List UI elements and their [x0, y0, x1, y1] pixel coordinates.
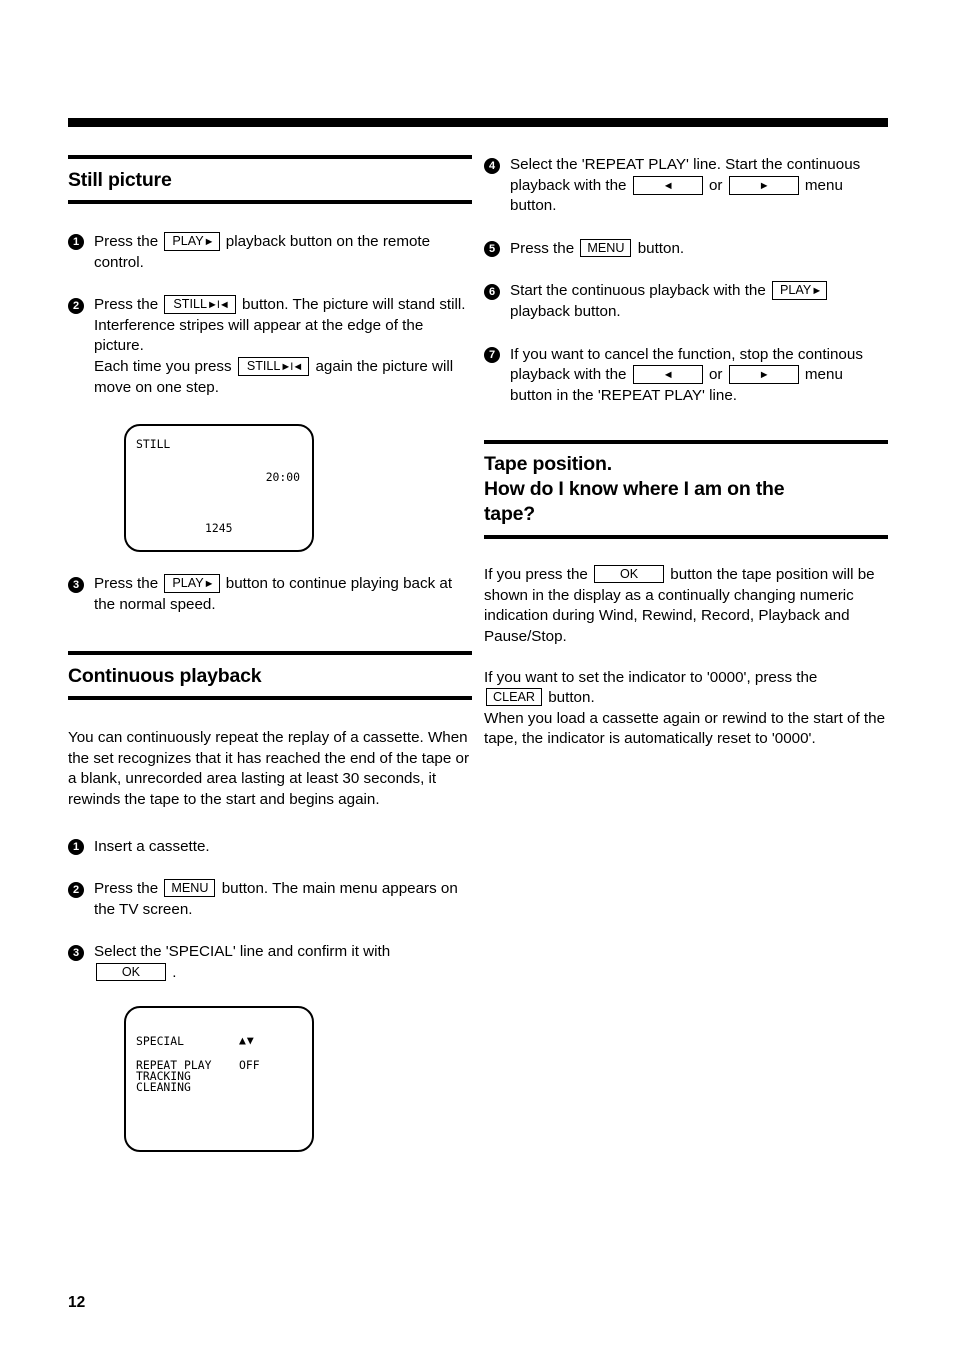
tape-position-title-line2: How do I know where I am on the [484, 478, 785, 501]
tv-menu-title: SPECIAL [136, 1033, 185, 1048]
tv-label-still: STILL [136, 437, 171, 452]
key-clear[interactable]: CLEAR [486, 688, 542, 707]
key-menu-left[interactable]: ◄ [632, 175, 703, 195]
step-cp-3: 3 Select the 'SPECIAL' line and confirm … [68, 942, 472, 983]
tv-menu-row-name[interactable]: CLEANING [136, 1080, 191, 1094]
step-number-badge: 7 [484, 347, 500, 364]
step-number-badge: 1 [68, 839, 84, 856]
tape-position-title-line1: Tape position. [484, 453, 612, 476]
tv-screen-special: SPECIAL ▲▼ REPEAT PLAY OFF TRACKING CLEA… [124, 1005, 314, 1152]
section-continuous-playback: Continuous playback [68, 651, 472, 701]
step-text: Insert a cassette. [94, 837, 210, 855]
key-menu-left[interactable]: ◄ [632, 365, 703, 385]
step-number-badge: 2 [68, 297, 84, 314]
step-cp-7: 7 If you want to cancel the function, st… [484, 345, 888, 407]
step-number-badge: 4 [484, 157, 500, 174]
tv-menu-row-value[interactable]: OFF [239, 1058, 260, 1072]
key-still[interactable]: STILL►I◄ [164, 295, 236, 315]
step-text: Press the MENU button. The main menu app… [94, 879, 458, 918]
step-number-badge: 2 [68, 881, 84, 898]
tape-position-title-line3: tape? [484, 503, 536, 526]
page-top-rule [68, 118, 888, 127]
step-still-3: 3 Press the PLAY► button to continue pla… [68, 574, 472, 615]
step-cp-2: 2 Press the MENU button. The main menu a… [68, 879, 472, 920]
step-cp-4: 4 Select the 'REPEAT PLAY' line. Start t… [484, 155, 888, 217]
key-play[interactable]: PLAY► [772, 281, 828, 301]
step-text: Press the PLAY► playback button on the r… [94, 231, 431, 271]
tv-screen-still: STILL 20:00 1245 [124, 424, 314, 553]
step-number-badge: 1 [68, 234, 84, 251]
tape-position-paragraph-1: If you press the OK button the tape posi… [484, 565, 875, 645]
key-menu-right[interactable]: ► [728, 365, 799, 385]
step-cp-1: 1 Insert a cassette. [68, 837, 472, 858]
tv-updown-arrows-icon: ▲▼ [239, 1032, 255, 1047]
step-text: Press the STILL►I◄ button. The picture w… [94, 295, 466, 396]
step-cp-5: 5 Press the MENU button. [484, 238, 888, 260]
step-number-badge: 6 [484, 283, 500, 300]
left-column: Still picture 1 Press the PLAY► playback… [68, 155, 472, 1152]
key-play[interactable]: PLAY► [164, 231, 220, 251]
step-still-2: 2 Press the STILL►I◄ button. The picture… [68, 295, 472, 398]
key-menu[interactable]: MENU [580, 238, 632, 257]
page-title-continuous-playback: Continuous playback [68, 665, 262, 688]
step-number-badge: 3 [68, 944, 84, 961]
step-text: Select the 'REPEAT PLAY' line. Start the… [510, 156, 861, 215]
key-play[interactable]: PLAY► [164, 574, 220, 594]
step-cp-6: 6 Start the continuous playback with the… [484, 281, 888, 322]
section-still-picture: Still picture [68, 155, 472, 204]
step-text: Press the PLAY► button to continue playi… [94, 574, 453, 613]
key-still[interactable]: STILL►I◄ [237, 356, 310, 376]
key-ok[interactable]: OK [96, 963, 166, 981]
tape-position-paragraph-2: If you want to set the indicator to '000… [484, 668, 886, 748]
page-title-tape-position: Tape position. How do I know where I am … [484, 444, 888, 535]
step-number-badge: 3 [68, 576, 84, 593]
tv-time-readout: 20:00 [265, 470, 300, 485]
key-menu[interactable]: MENU [164, 879, 216, 898]
manual-page: Still picture 1 Press the PLAY► playback… [0, 0, 954, 1349]
section-tape-position: Tape position. How do I know where I am … [484, 440, 888, 540]
step-still-1: 1 Press the PLAY► playback button on the… [68, 231, 472, 273]
right-column: 4 Select the 'REPEAT PLAY' line. Start t… [484, 155, 888, 750]
tv-counter-readout: 1245 [205, 521, 233, 536]
page-title-still-picture: Still picture [68, 169, 172, 191]
step-text: If you want to cancel the function, stop… [510, 345, 863, 404]
page-number: 12 [68, 1294, 86, 1311]
key-menu-right[interactable]: ► [728, 175, 799, 195]
step-text: Start the continuous playback with the P… [510, 281, 829, 320]
step-text: Press the MENU button. [510, 238, 685, 257]
key-ok[interactable]: OK [594, 565, 665, 584]
step-text: Select the 'SPECIAL' line and confirm it… [94, 943, 391, 981]
step-number-badge: 5 [484, 241, 500, 258]
continuous-playback-intro: You can continuously repeat the replay o… [68, 729, 470, 809]
